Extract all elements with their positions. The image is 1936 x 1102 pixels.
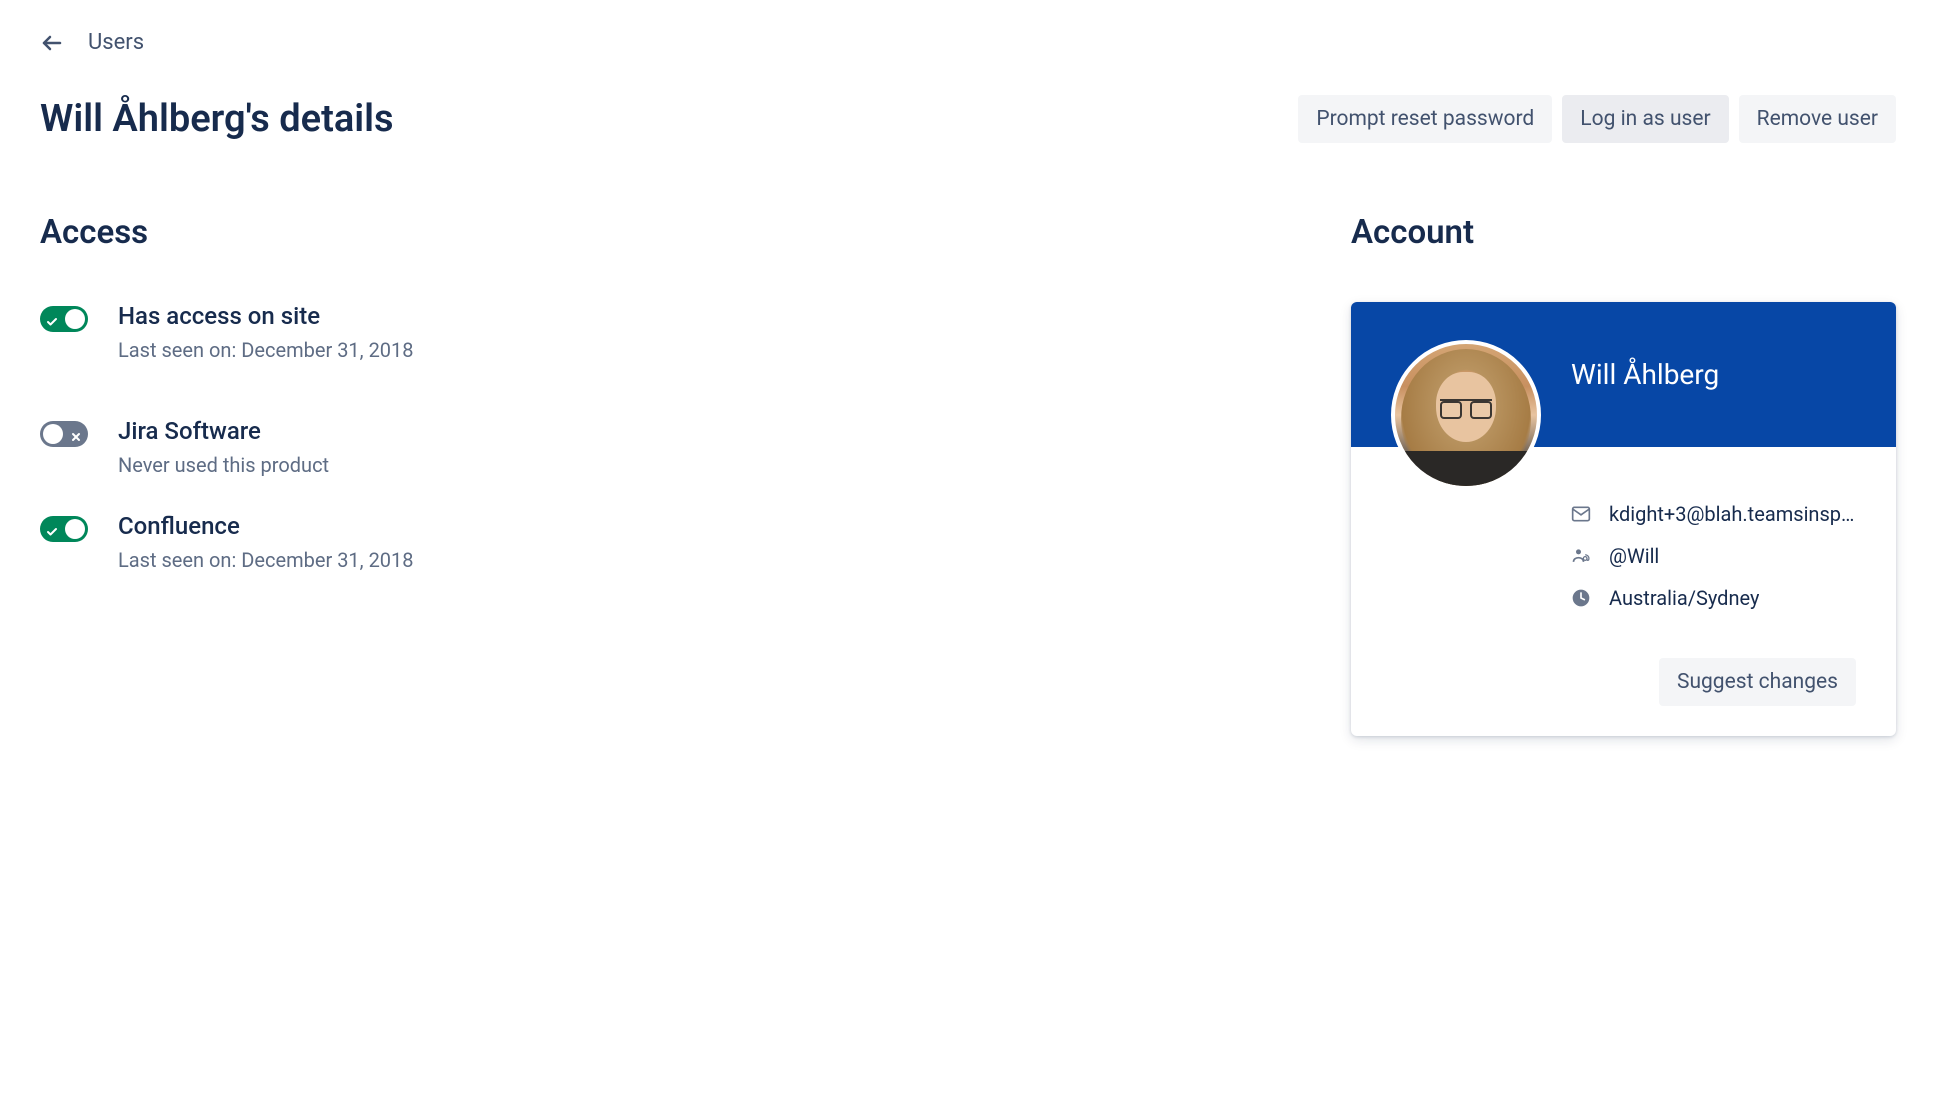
card-header: Will Åhlberg [1351, 302, 1896, 447]
mention-text: @Will [1609, 544, 1659, 568]
toggle-jira-software[interactable] [40, 421, 88, 447]
toggle-confluence[interactable] [40, 516, 88, 542]
avatar [1391, 340, 1541, 490]
mention-row: @Will [1571, 544, 1856, 568]
access-subtext: Last seen on: December 31, 2018 [118, 548, 1271, 572]
back-arrow-icon[interactable] [40, 31, 64, 55]
access-item-confluence: Confluence Last seen on: December 31, 20… [40, 512, 1271, 572]
action-buttons: Prompt reset password Log in as user Rem… [1298, 95, 1896, 143]
access-subtext: Last seen on: December 31, 2018 [118, 338, 1271, 362]
access-item-site: Has access on site Last seen on: Decembe… [40, 302, 1271, 362]
toggle-site-access[interactable] [40, 306, 88, 332]
access-label: Has access on site [118, 302, 1271, 330]
remove-user-button[interactable]: Remove user [1739, 95, 1896, 143]
check-icon [46, 523, 58, 535]
account-section: Account Will Åhlberg [1351, 213, 1896, 736]
account-title: Account [1351, 213, 1896, 252]
suggest-changes-button[interactable]: Suggest changes [1659, 658, 1856, 706]
email-row: kdight+3@blah.teamsinspa… [1571, 502, 1856, 526]
login-as-user-button[interactable]: Log in as user [1562, 95, 1728, 143]
prompt-reset-password-button[interactable]: Prompt reset password [1298, 95, 1552, 143]
access-item-jira: Jira Software Never used this product [40, 417, 1271, 477]
access-title: Access [40, 213, 1271, 252]
access-label: Jira Software [118, 417, 1271, 445]
check-icon [46, 313, 58, 325]
email-text: kdight+3@blah.teamsinspa… [1609, 502, 1856, 526]
breadcrumb-label[interactable]: Users [88, 30, 144, 55]
account-card: Will Åhlberg kdight+3@blah.teamsinspa… @… [1351, 302, 1896, 736]
x-icon [70, 428, 82, 440]
card-footer: Suggest changes [1351, 658, 1896, 736]
access-subtext: Never used this product [118, 453, 1271, 477]
header-row: Will Åhlberg's details Prompt reset pass… [40, 95, 1896, 143]
clock-icon [1571, 588, 1591, 608]
access-section: Access Has access on site Last seen on: … [40, 213, 1271, 736]
timezone-row: Australia/Sydney [1571, 586, 1856, 610]
access-label: Confluence [118, 512, 1271, 540]
page-title: Will Åhlberg's details [40, 97, 394, 141]
breadcrumb: Users [40, 30, 1896, 55]
email-icon [1571, 504, 1591, 524]
account-name: Will Åhlberg [1571, 358, 1719, 391]
mention-icon [1571, 546, 1591, 566]
timezone-text: Australia/Sydney [1609, 586, 1759, 610]
